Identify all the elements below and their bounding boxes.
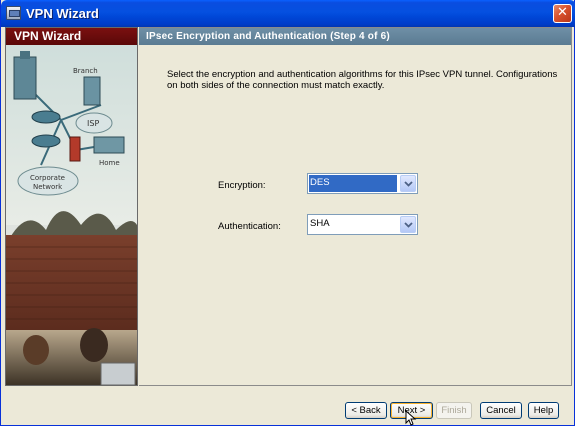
authentication-value: SHA (310, 218, 330, 229)
close-button[interactable]: ✕ (553, 4, 572, 23)
back-button[interactable]: < Back (345, 402, 387, 419)
mouse-pointer-icon (405, 410, 417, 426)
side-panel-title: VPN Wizard (6, 28, 137, 45)
authentication-label: Authentication: (218, 221, 281, 232)
encryption-label: Encryption: (218, 180, 266, 191)
vpn-wizard-window: VPN Wizard ✕ VPN Wizard Branch ISP Home … (0, 0, 575, 426)
chevron-down-icon (404, 181, 413, 187)
network-label-2: Network (33, 183, 63, 191)
step-instructions: Select the encryption and authentication… (167, 69, 567, 91)
instruction-line-1: Select the encryption and authentication… (167, 69, 558, 80)
step-title: IPsec Encryption and Authentication (Ste… (139, 28, 571, 45)
isp-label: ISP (87, 119, 99, 128)
wizard-side-panel: VPN Wizard Branch ISP Home Corporate Net… (5, 27, 138, 386)
finish-button: Finish (436, 402, 472, 419)
cancel-button[interactable]: Cancel (480, 402, 522, 419)
authentication-dropdown-button[interactable] (400, 216, 416, 233)
branch-label: Branch (73, 67, 98, 75)
network-illustration: Branch ISP Home Corporate Network (6, 45, 137, 385)
app-icon (6, 6, 21, 20)
window-title: VPN Wizard (26, 6, 99, 21)
wizard-step-panel: IPsec Encryption and Authentication (Ste… (139, 27, 572, 386)
title-bar[interactable]: VPN Wizard ✕ (1, 0, 575, 27)
instruction-line-2: on both sides of the connection must mat… (167, 80, 385, 91)
close-icon: ✕ (557, 5, 568, 20)
encryption-select[interactable]: DES (307, 173, 418, 194)
encryption-value: DES (309, 175, 397, 192)
corporate-label: Corporate (30, 174, 65, 182)
chevron-down-icon (404, 222, 413, 228)
home-label: Home (99, 159, 120, 167)
encryption-dropdown-button[interactable] (400, 175, 416, 192)
authentication-select[interactable]: SHA (307, 214, 418, 235)
help-button[interactable]: Help (528, 402, 559, 419)
